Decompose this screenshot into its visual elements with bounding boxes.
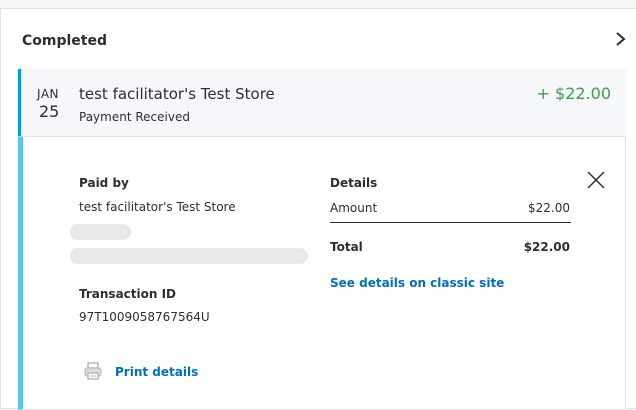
paid-by-label: Paid by	[79, 176, 129, 190]
transaction-id-label: Transaction ID	[79, 287, 177, 301]
section-header: Completed	[1, 9, 636, 69]
paid-by-value: test facilitator's Test Store	[79, 200, 236, 214]
transaction-row[interactable]: JAN 25 test facilitator's Test Store Pay…	[18, 69, 626, 136]
details-divider	[330, 222, 571, 223]
amount-label: Amount	[330, 201, 378, 215]
transaction-id-value: 97T1009058767564U	[79, 310, 210, 324]
total-value: $22.00	[523, 240, 570, 254]
details-label: Details	[330, 176, 378, 190]
transaction-name: test facilitator's Test Store	[79, 85, 275, 103]
transaction-detail-panel: Paid by test facilitator's Test Store Tr…	[18, 136, 626, 410]
section-title: Completed	[22, 33, 108, 49]
printer-icon[interactable]	[83, 361, 103, 381]
print-details-link[interactable]: Print details	[115, 365, 198, 379]
amount-value: $22.00	[528, 201, 570, 215]
transaction-month: JAN	[37, 87, 60, 101]
loading-placeholder	[70, 224, 131, 240]
transaction-day: 25	[39, 102, 60, 121]
transaction-amount: + $22.00	[536, 84, 611, 103]
transaction-status: Payment Received	[79, 110, 190, 124]
classic-site-link[interactable]: See details on classic site	[330, 276, 504, 290]
total-label: Total	[330, 240, 363, 254]
chevron-right-icon[interactable]	[613, 30, 629, 48]
loading-placeholder	[70, 248, 308, 264]
close-icon[interactable]	[586, 170, 606, 190]
activity-card: Completed JAN 25 test facilitator's Test…	[0, 8, 636, 410]
